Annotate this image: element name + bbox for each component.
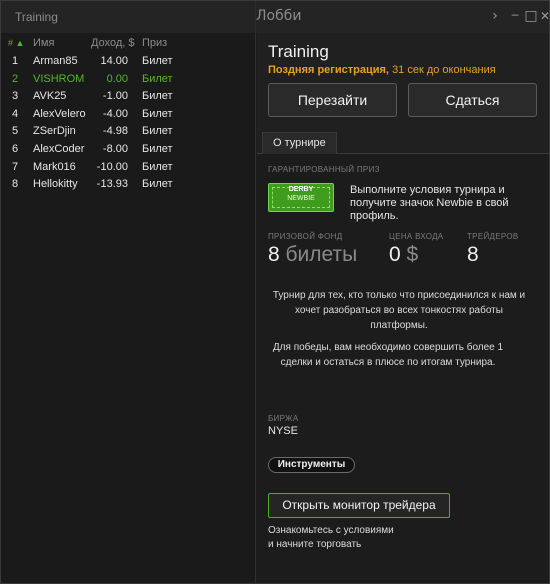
win-condition: Для победы, вам необходимо совершить бол…	[272, 342, 504, 368]
row-rank: 6	[12, 142, 19, 155]
row-prize: Билет	[142, 125, 173, 138]
column-profit[interactable]: Доход, $	[91, 37, 134, 49]
window-title-left: Training	[15, 10, 58, 24]
row-name: ZSerDjin	[33, 125, 76, 138]
row-name: AlexVelero	[33, 107, 86, 120]
title-bar: Training Лобби › ─ □ ✕	[1, 1, 550, 33]
late-registration-time: 31 сек до окончания	[392, 64, 496, 76]
late-registration-label: Поздняя регистрация,	[268, 64, 389, 76]
row-profit: -13.93	[96, 178, 128, 191]
row-profit: 14.00	[100, 55, 128, 67]
row-name: AVK25	[33, 90, 67, 103]
leaderboard-rows: 1 Arman85 14.00 Билет 2 VISHROM 0.00 Билет 3 AVK2…	[1, 53, 255, 194]
tournament-panel: Training Поздняя регистрация, 31 сек до …	[257, 33, 549, 583]
row-name: AlexCoder	[33, 142, 85, 155]
lobby-window: Training Лобби › ─ □ ✕ # ▲ Имя Доход, $ …	[0, 0, 550, 584]
table-row[interactable]: 4 AlexVelero -4.00 Билет	[1, 106, 255, 124]
exchange-label: БИРЖА	[268, 414, 299, 423]
tournament-description: Турнир для тех, кто только что присоедин…	[272, 290, 526, 331]
column-prize[interactable]: Приз	[142, 37, 167, 49]
exchange-value: NYSE	[268, 425, 298, 437]
row-prize: Билет	[142, 90, 173, 103]
entry-price-unit: $	[406, 243, 419, 266]
sort-rank-column[interactable]: # ▲	[8, 38, 24, 48]
table-row[interactable]: 2 VISHROM 0.00 Билет	[1, 71, 255, 89]
about-content: ГАРАНТИРОВАННЫЙ ПРИЗ DERBY NEWBIE Выполн…	[257, 154, 549, 583]
table-row[interactable]: 6 AlexCoder -8.00 Билет	[1, 141, 255, 159]
leaderboard-header: # ▲ Имя Доход, $ Приз	[1, 33, 255, 53]
guaranteed-prize-label: ГАРАНТИРОВАННЫЙ ПРИЗ	[268, 165, 380, 174]
row-rank: 2	[12, 72, 19, 85]
window-title: Лобби	[256, 8, 302, 24]
table-row[interactable]: 7 Mark016 -10.00 Билет	[1, 159, 255, 177]
traders-value: 8	[467, 243, 479, 266]
row-rank: 8	[12, 178, 19, 191]
row-profit: -8.00	[102, 142, 128, 155]
row-name: Arman85	[33, 55, 78, 67]
rejoin-button[interactable]: Перезайти	[268, 83, 397, 117]
surrender-button[interactable]: Сдаться	[408, 83, 537, 117]
prize-fund-label: ПРИЗОВОЙ ФОНД	[268, 232, 343, 241]
traders-label: ТРЕЙДЕРОВ	[467, 232, 519, 241]
leaderboard-panel: # ▲ Имя Доход, $ Приз 1 Arman85 14.00 Билет…	[1, 33, 256, 583]
row-prize: Билет	[142, 160, 173, 173]
row-prize: Билет	[142, 142, 173, 155]
row-rank: 4	[12, 107, 19, 120]
row-rank: 5	[12, 125, 19, 138]
close-icon[interactable]: ✕	[536, 7, 550, 25]
row-rank: 7	[12, 160, 19, 173]
instruments-button[interactable]: Инструменты	[268, 457, 355, 473]
next-arrow-icon[interactable]: ›	[486, 7, 504, 25]
row-prize: Билет	[142, 107, 173, 120]
row-name: Mark016	[33, 160, 76, 173]
row-prize: Билет	[142, 72, 173, 85]
row-rank: 3	[12, 90, 19, 103]
note-line-1: Ознакомьтесь с условиями	[268, 525, 394, 536]
badge-title: DERBY	[288, 186, 314, 193]
table-row[interactable]: 5 ZSerDjin -4.98 Билет	[1, 123, 255, 141]
table-row[interactable]: 8 Hellokitty -13.93 Билет	[1, 176, 255, 194]
row-profit: -4.98	[102, 125, 128, 138]
tab-about[interactable]: О турнире	[262, 132, 337, 154]
row-profit: -1.00	[102, 90, 128, 103]
open-trader-monitor-button[interactable]: Открыть монитор трейдера	[268, 493, 450, 518]
note-line-2: и начните торговать	[268, 539, 362, 550]
table-row[interactable]: 1 Arman85 14.00 Билет	[1, 53, 255, 71]
column-name[interactable]: Имя	[33, 37, 54, 49]
row-profit: 0.00	[106, 72, 128, 85]
prize-fund-unit: билеты	[285, 243, 358, 266]
guaranteed-prize-text: Выполните условия турнира и получите зна…	[350, 184, 509, 222]
table-row[interactable]: 3 AVK25 -1.00 Билет	[1, 88, 255, 106]
row-profit: -10.00	[96, 160, 128, 173]
badge-subtitle: NEWBIE	[287, 195, 315, 202]
derby-newbie-badge-icon: DERBY NEWBIE	[268, 183, 334, 212]
start-trading-note: Ознакомьтесь с условиями и начните торго…	[268, 524, 394, 552]
row-prize: Билет	[142, 55, 173, 67]
late-registration-notice: Поздняя регистрация, 31 сек до окончания	[268, 64, 496, 76]
title-bar-left: Training	[1, 1, 256, 33]
row-prize: Билет	[142, 178, 173, 191]
row-rank: 1	[12, 55, 19, 67]
entry-price-label: ЦЕНА ВХОДА	[389, 232, 444, 241]
tournament-title: Training	[268, 42, 329, 61]
prize-fund-value: 8 билеты	[268, 243, 358, 266]
row-profit: -4.00	[102, 107, 128, 120]
row-name: Hellokitty	[33, 178, 78, 191]
row-name: VISHROM	[33, 72, 85, 85]
entry-price-value: 0 $	[389, 243, 419, 266]
